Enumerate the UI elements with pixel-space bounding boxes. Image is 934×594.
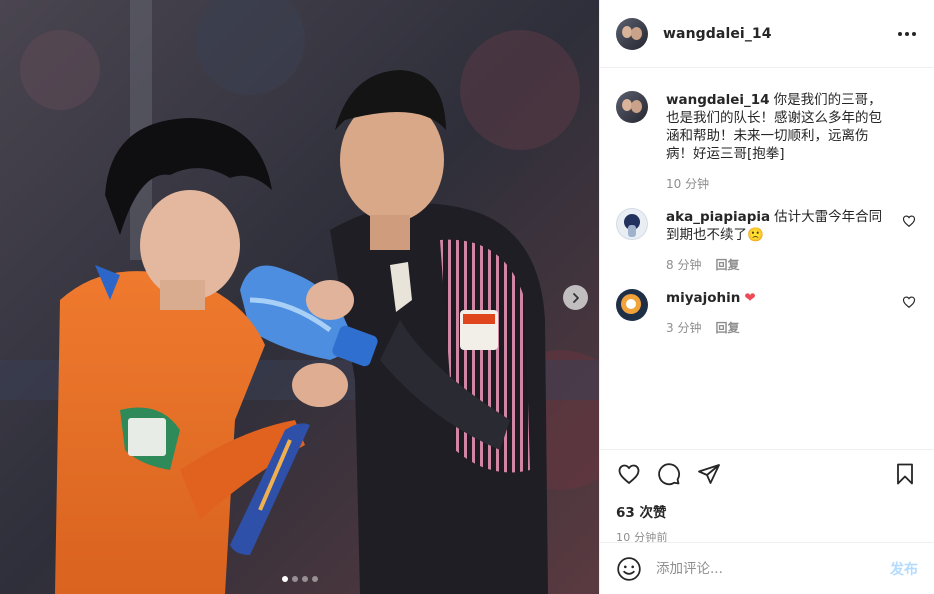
avatar[interactable] (616, 208, 648, 240)
comment-like-heart-icon[interactable] (902, 295, 916, 309)
more-options-button[interactable] (896, 26, 918, 42)
comment-input[interactable] (656, 560, 890, 577)
comment-time[interactable]: 8 分钟 (666, 256, 701, 273)
photo-image (0, 0, 599, 594)
avatar[interactable] (616, 17, 648, 50)
paper-plane-icon (698, 464, 720, 484)
add-comment-bar: 发布 (600, 542, 934, 594)
carousel-dot[interactable] (311, 576, 318, 582)
share-button[interactable] (696, 461, 722, 487)
post-comment-button[interactable]: 发布 (890, 559, 918, 579)
comment-caption: wangdalei_14 你是我们的三哥，也是我们的队长！感谢这么多年的包涵和帮助… (616, 91, 918, 192)
post-actions: 63 次赞 10 分钟前 (600, 449, 934, 544)
carousel-dot[interactable] (291, 576, 298, 582)
avatar[interactable] (616, 289, 648, 321)
emoji-icon[interactable] (616, 556, 642, 582)
comment-item: miyajohin ❤ 3 分钟 回复 (616, 289, 918, 336)
bookmark-icon (897, 463, 913, 485)
more-horizontal-icon (898, 31, 902, 36)
comment-like-heart-icon[interactable] (902, 214, 916, 228)
comment-item: aka_piapiapia 估计大雷今年合同到期也不续了🙁 8 分钟 回复 (616, 208, 918, 273)
reply-button[interactable]: 回复 (715, 256, 739, 273)
header-username[interactable]: wangdalei_14 (663, 26, 772, 42)
carousel-indicator (0, 576, 599, 582)
chevron-right-icon (572, 292, 579, 303)
post-photo[interactable] (0, 0, 599, 594)
comment-button[interactable] (656, 461, 682, 487)
avatar[interactable] (616, 91, 648, 123)
reply-button[interactable]: 回复 (715, 319, 739, 336)
post-dialog: wangdalei_14 wangdalei_14 你是我们的三哥，也是我们的队长… (0, 0, 934, 594)
post-header: wangdalei_14 (600, 0, 934, 68)
heart-icon (618, 464, 640, 484)
comment-text: ❤ (744, 290, 756, 306)
next-slide-button[interactable] (563, 285, 588, 310)
comment-icon (658, 463, 680, 486)
carousel-dot[interactable] (281, 576, 288, 582)
comment-time[interactable]: 10 分钟 (666, 175, 709, 192)
comment-username[interactable]: aka_piapiapia (666, 209, 770, 225)
comment-time[interactable]: 3 分钟 (666, 319, 701, 336)
comment-list: wangdalei_14 你是我们的三哥，也是我们的队长！感谢这么多年的包涵和帮助… (600, 69, 934, 449)
likes-count[interactable]: 63 次赞 (616, 501, 918, 521)
like-button[interactable] (616, 461, 642, 487)
comment-username[interactable]: miyajohin (666, 290, 740, 306)
post-side-panel: wangdalei_14 wangdalei_14 你是我们的三哥，也是我们的队长… (599, 0, 934, 594)
carousel-dot[interactable] (301, 576, 308, 582)
save-button[interactable] (892, 461, 918, 487)
comment-username[interactable]: wangdalei_14 (666, 92, 770, 108)
